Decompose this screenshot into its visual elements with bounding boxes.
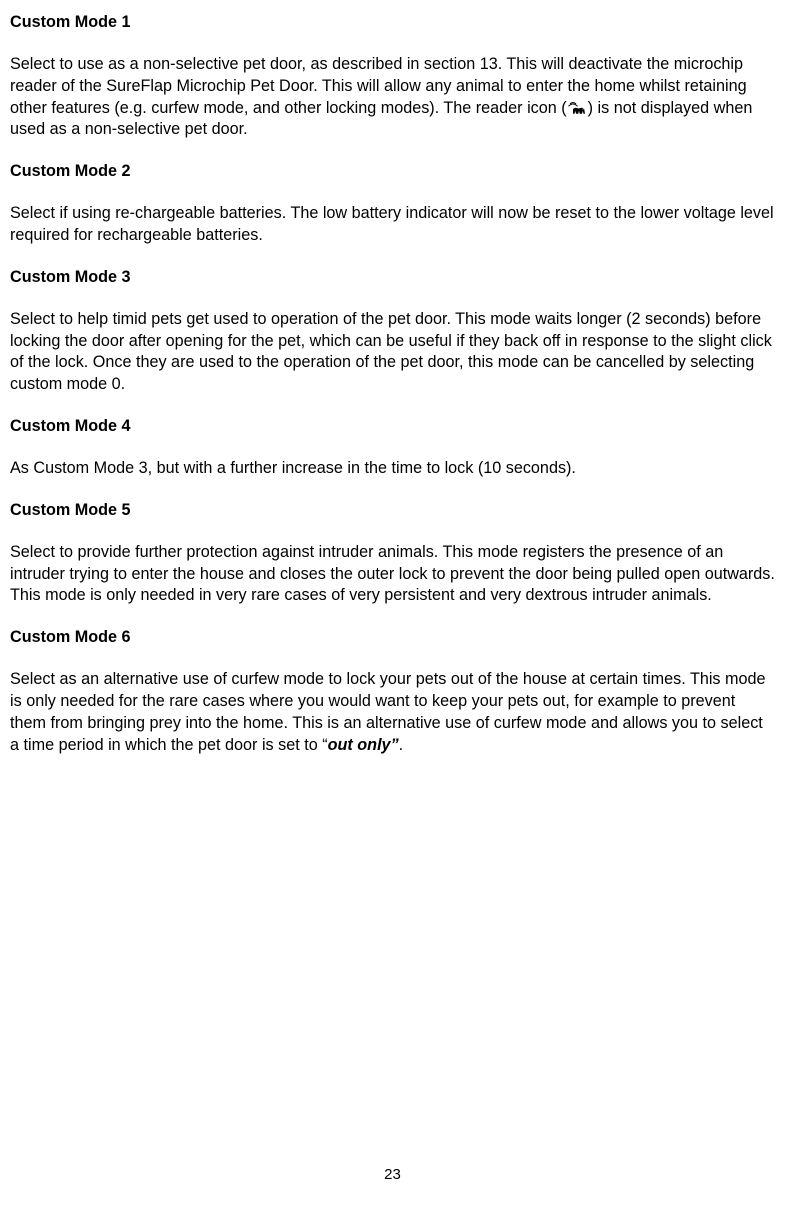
text-mode-6-bold: out only” (328, 736, 399, 754)
heading-mode-6: Custom Mode 6 (10, 627, 775, 649)
page-number: 23 (0, 1165, 785, 1185)
heading-mode-2: Custom Mode 2 (10, 161, 775, 183)
text-mode-6-b: . (399, 736, 404, 754)
paragraph-mode-2: Select if using re-chargeable batteries.… (10, 203, 775, 247)
heading-mode-5: Custom Mode 5 (10, 500, 775, 522)
paragraph-mode-1: Select to use as a non-selective pet doo… (10, 54, 775, 141)
paragraph-mode-6: Select as an alternative use of curfew m… (10, 669, 775, 756)
paragraph-mode-4: As Custom Mode 3, but with a further inc… (10, 458, 775, 480)
heading-mode-3: Custom Mode 3 (10, 267, 775, 289)
heading-mode-4: Custom Mode 4 (10, 416, 775, 438)
paragraph-mode-3: Select to help timid pets get used to op… (10, 309, 775, 396)
heading-mode-1: Custom Mode 1 (10, 12, 775, 34)
reader-icon (568, 101, 587, 116)
paragraph-mode-5: Select to provide further protection aga… (10, 542, 775, 608)
